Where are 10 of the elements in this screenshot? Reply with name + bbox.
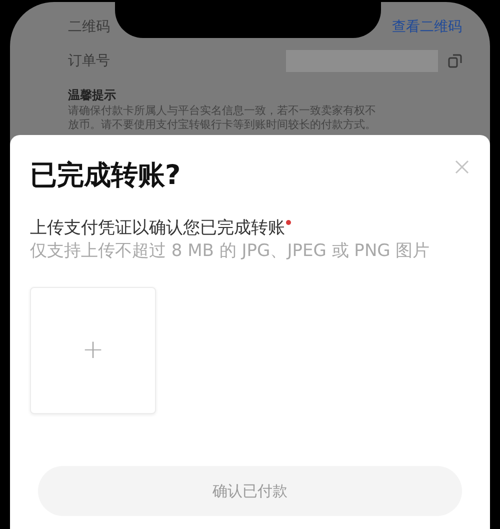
view-qr-link[interactable]: 查看二维码 <box>392 16 462 38</box>
notice-title: 温馨提示 <box>68 87 117 104</box>
copy-icon[interactable] <box>448 54 462 68</box>
upload-box[interactable]: + <box>30 287 156 414</box>
close-icon <box>455 160 469 174</box>
upload-hint: 仅支持上传不超过 8 MB 的 JPG、JPEG 或 PNG 图片 <box>30 240 430 263</box>
qr-label: 二维码 <box>68 18 110 36</box>
upload-label: 上传支付凭证以确认您已完成转账 <box>30 217 285 239</box>
order-label: 订单号 <box>68 52 110 70</box>
sheet-title: 已完成转账? <box>30 159 181 193</box>
